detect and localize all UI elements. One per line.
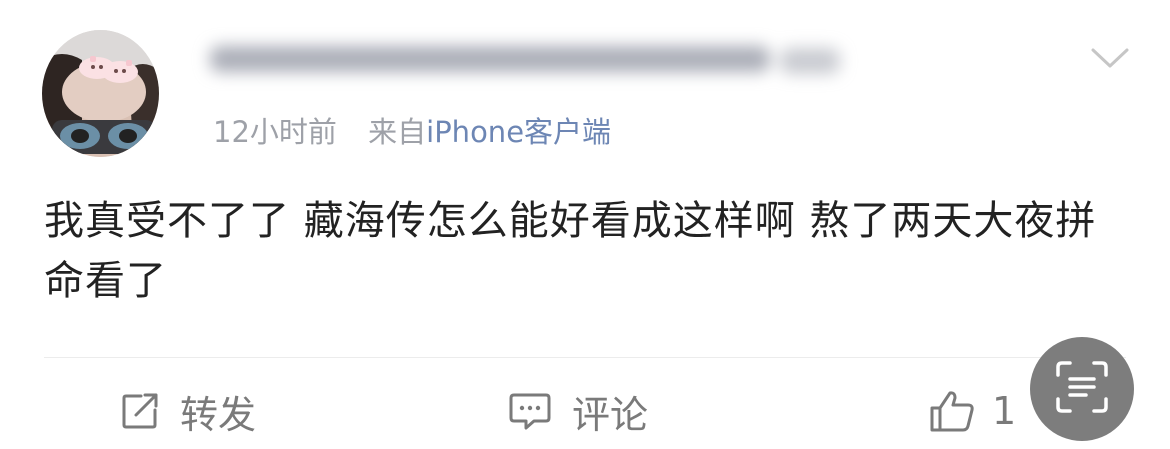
username-redacted[interactable] [200,38,860,100]
chevron-down-icon[interactable] [1090,46,1130,70]
like-count: 1 [992,389,1017,433]
comment-button[interactable]: 评论 [508,385,648,437]
avatar-image [42,30,159,157]
source-device-link[interactable]: iPhone客户端 [426,115,611,149]
post-text: 我真受不了了 藏海传怎么能好看成这样啊 熬了两天大夜拼命看了 [44,198,1097,304]
thumbs-up-icon [928,389,976,433]
text-scan-icon [1054,359,1110,419]
comment-icon [508,391,552,431]
weibo-post-card: 12小时前 来自iPhone客户端 我真受不了了 藏海传怎么能好看成这样啊 熬了… [0,0,1170,449]
repost-icon [120,391,160,431]
like-button[interactable]: 1 [928,385,1016,437]
text-scan-button[interactable] [1030,337,1134,441]
comment-label: 评论 [572,392,649,437]
redaction-blob [780,48,840,74]
post-meta: 12小时前 来自iPhone客户端 [213,111,611,153]
post-time: 12小时前 [213,115,337,149]
divider [44,357,1126,358]
source-label: 来自 [368,115,427,149]
repost-button[interactable]: 转发 [120,385,256,437]
repost-label: 转发 [180,392,257,437]
avatar[interactable] [42,30,159,157]
redaction-blob [210,46,770,72]
